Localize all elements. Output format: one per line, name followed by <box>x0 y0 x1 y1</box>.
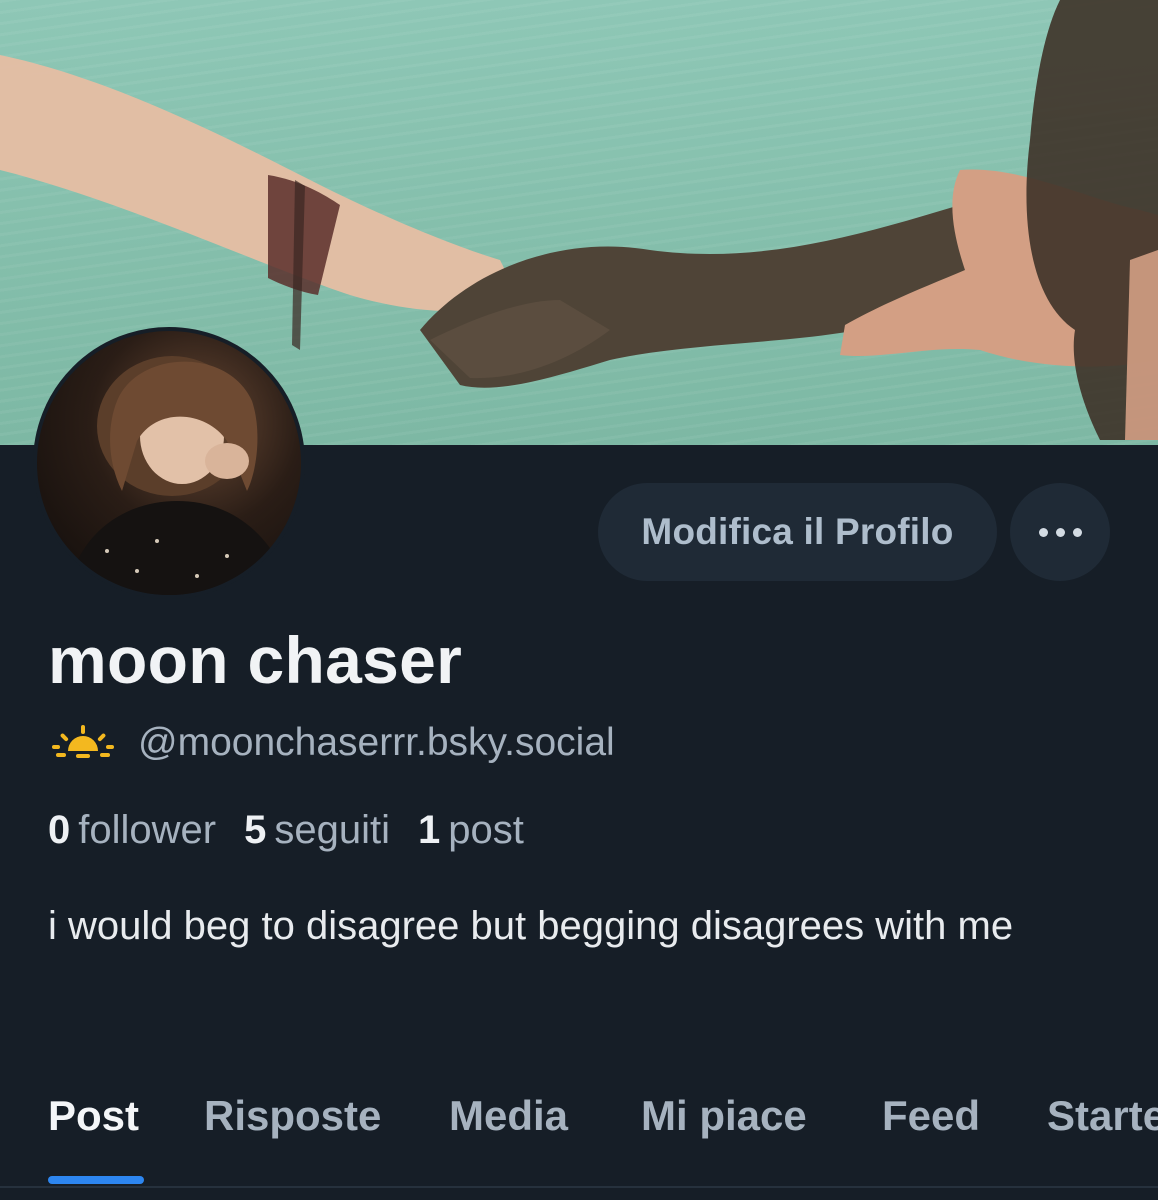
tab-risposte[interactable]: Risposte <box>204 1092 381 1140</box>
profile-handle[interactable]: @moonchaserrr.bsky.social <box>138 721 615 765</box>
more-options-button[interactable] <box>1010 483 1110 581</box>
tabs-divider <box>0 1186 1158 1188</box>
posts-label: post <box>448 807 524 852</box>
following-label: seguiti <box>274 807 390 852</box>
display-name: moon chaser <box>48 623 463 697</box>
profile-bio: i would beg to disagree but begging disa… <box>48 904 1014 948</box>
tab-starter-pack[interactable]: Starte <box>1047 1092 1158 1140</box>
ellipsis-icon-dot <box>1072 527 1082 537</box>
profile-tabs: Post Risposte Media Mi piace Feed Starte <box>0 1070 1158 1200</box>
ellipsis-icon <box>1038 527 1048 537</box>
profile-stats: 0 follower 5 seguiti 1 post <box>48 804 552 856</box>
tab-post[interactable]: Post <box>48 1092 139 1140</box>
profile-avatar[interactable] <box>33 327 305 599</box>
posts-count: 1 <box>417 807 441 852</box>
following-count: 5 <box>244 807 267 852</box>
profile-page: Modifica il Profilo moon chaser @mooncha… <box>0 0 1158 1200</box>
tab-feed[interactable]: Feed <box>882 1092 980 1140</box>
followers-label: follower <box>78 807 217 852</box>
ellipsis-icon-dot <box>1055 527 1065 537</box>
tab-mi-piace[interactable]: Mi piace <box>641 1092 807 1140</box>
handle-row: @moonchaserrr.bsky.social <box>50 718 615 768</box>
followers-stat[interactable]: 0 follower <box>48 808 216 853</box>
sun-horizon-icon <box>52 725 114 758</box>
followers-count: 0 <box>48 807 71 852</box>
posts-stat: 1 post <box>418 808 524 853</box>
tab-media[interactable]: Media <box>449 1092 568 1140</box>
active-tab-indicator <box>48 1176 144 1184</box>
following-stat[interactable]: 5 seguiti <box>244 808 390 853</box>
edit-profile-button[interactable]: Modifica il Profilo <box>598 483 997 581</box>
